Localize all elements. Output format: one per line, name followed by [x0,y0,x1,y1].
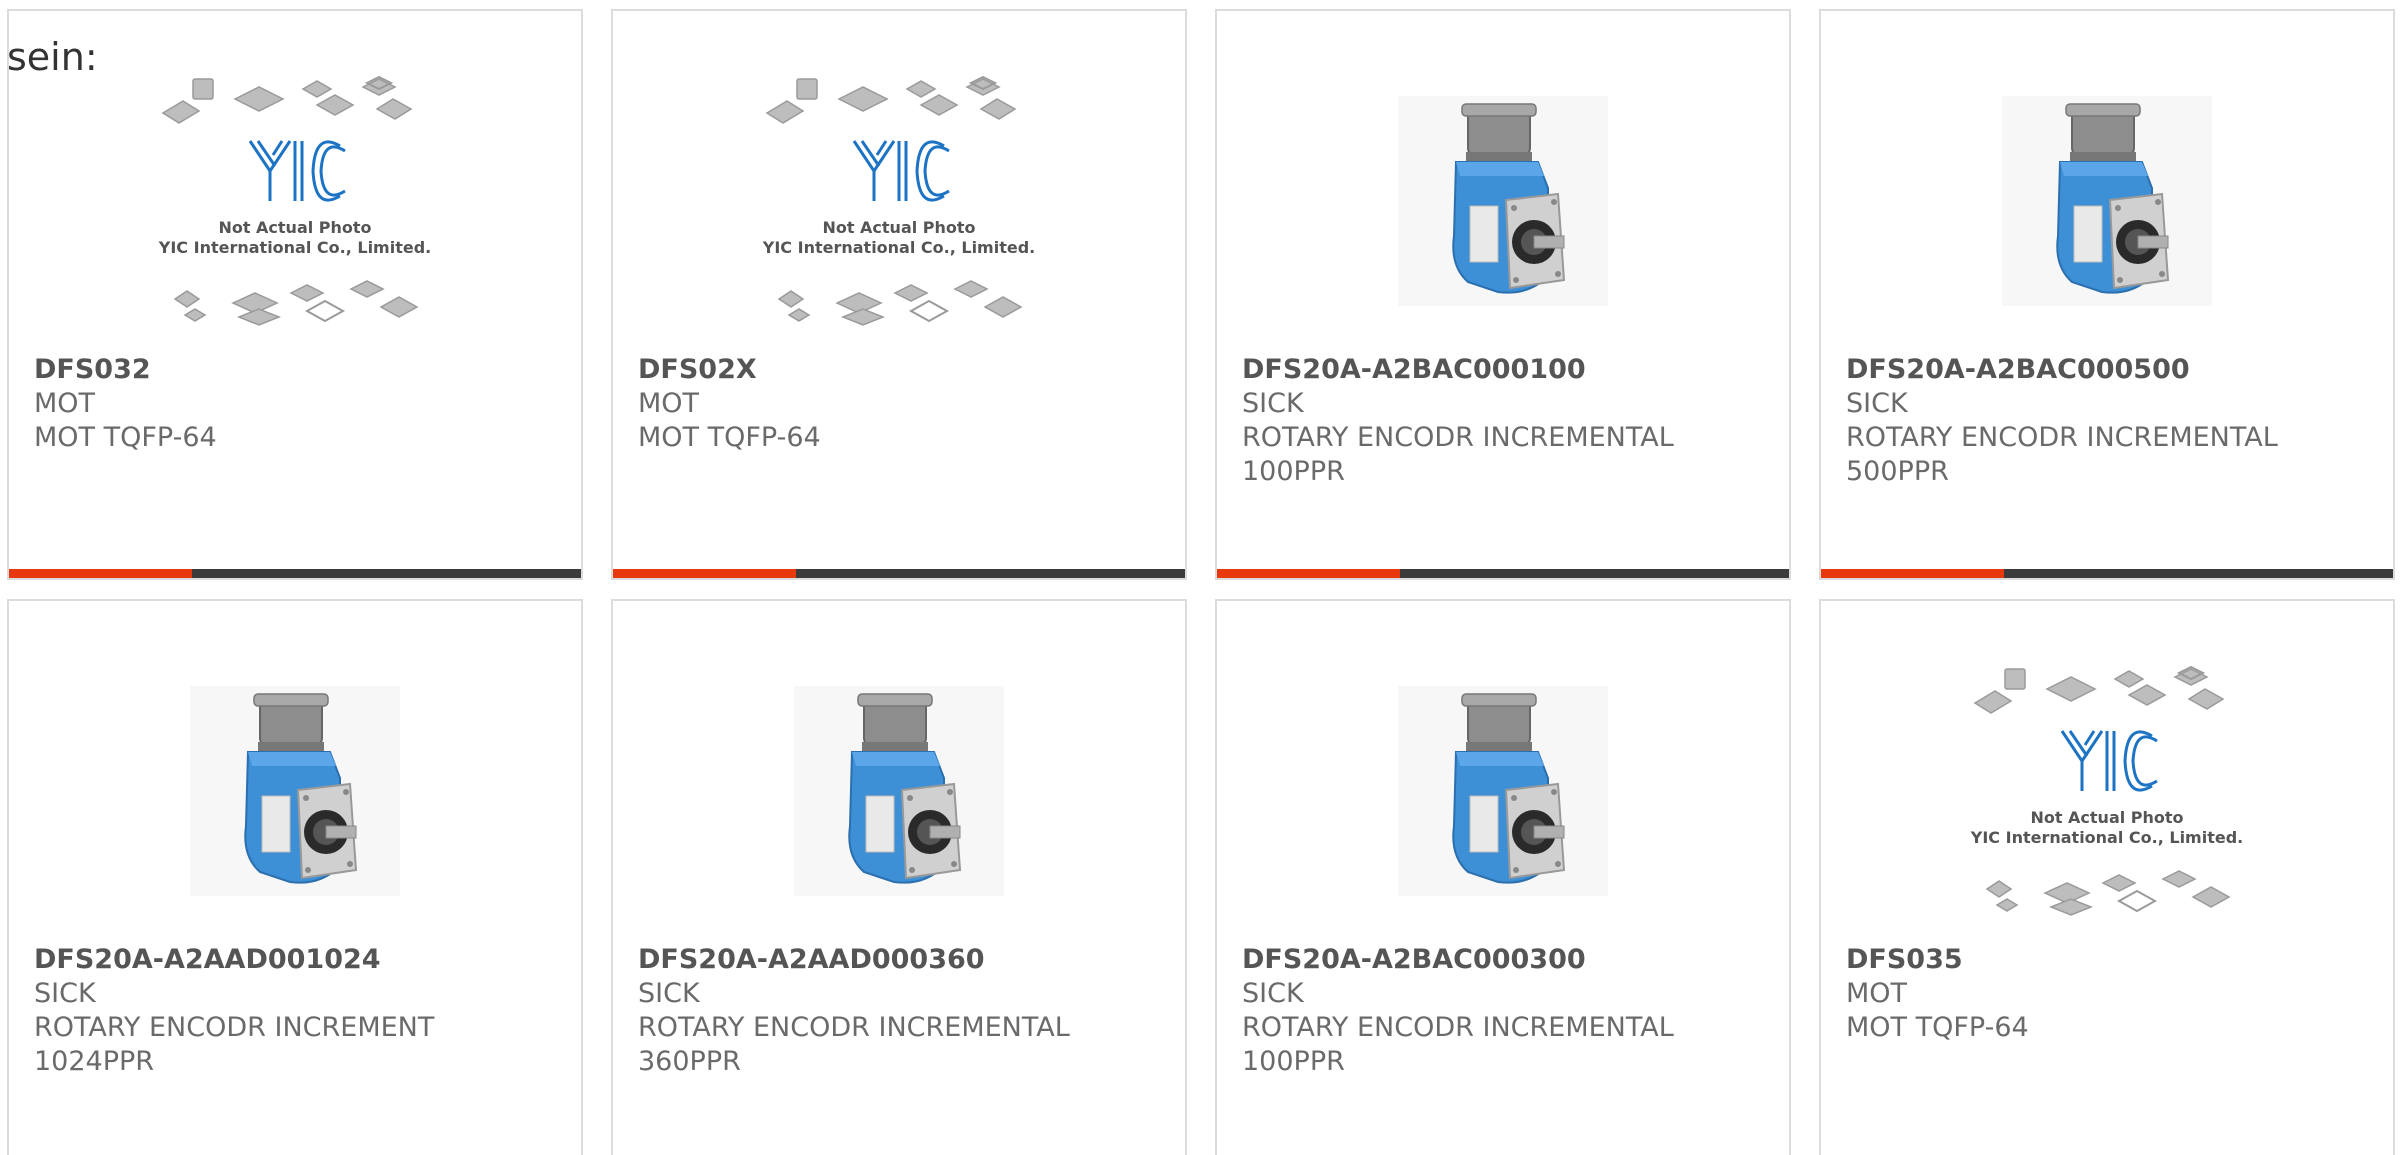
rotary-encoder-image [1398,686,1608,896]
product-text: DFS20A-A2BAC000100 SICK ROTARY ENCODR INCR… [1242,353,1769,489]
placeholder-caption-2: YIC International Co., Limited. [158,238,431,257]
product-card[interactable]: Not Actual Photo YIC International Co., … [1819,599,2395,1155]
product-text: DFS20A-A2AAD001024 SICK ROTARY ENCODR INCR… [34,943,561,1079]
placeholder-caption-1: Not Actual Photo [2030,808,2183,827]
part-number[interactable]: DFS20A-A2AAD001024 [34,943,561,977]
product-card[interactable]: Not Actual Photo YIC International Co., … [611,9,1187,580]
part-number[interactable]: DFS20A-A2BAC000500 [1846,353,2373,387]
manufacturer: SICK [34,978,96,1009]
part-number[interactable]: DFS20A-A2BAC000100 [1242,353,1769,387]
product-card[interactable]: Not Actual Photo YIC International Co., … [7,9,583,580]
manufacturer: MOT [638,388,700,419]
part-number[interactable]: DFS02X [638,353,1165,387]
product-image[interactable]: Not Actual Photo YIC International Co., … [613,51,1185,351]
accent-segment [9,569,193,578]
product-text: DFS035 MOT MOT TQFP-64 [1846,943,2373,1045]
product-text: DFS02X MOT MOT TQFP-64 [638,353,1165,455]
product-card[interactable]: DFS20A-A2AAD000360 SICK ROTARY ENCODR INCR… [611,599,1187,1155]
product-text: DFS032 MOT MOT TQFP-64 [34,353,561,455]
product-text: DFS20A-A2BAC000500 SICK ROTARY ENCODR INCR… [1846,353,2373,489]
product-image[interactable] [1217,641,1789,941]
product-grid-page: sein: Not Actual Photo YIC International… [0,0,2400,1155]
description: ROTARY ENCODR INCREMENT [34,1012,435,1043]
manufacturer: MOT [34,388,96,419]
card-accent-bar [1217,569,1789,578]
description-detail: 500PPR [1846,456,1949,487]
description-detail: 360PPR [638,1046,741,1077]
rotary-encoder-image [190,686,400,896]
product-text: DFS20A-A2AAD000360 SICK ROTARY ENCODR INCR… [638,943,1165,1079]
accent-segment [1821,569,2005,578]
part-number[interactable]: DFS035 [1846,943,2373,977]
product-card[interactable]: DFS20A-A2AAD001024 SICK ROTARY ENCODR INCR… [7,599,583,1155]
not-actual-photo-image: Not Actual Photo YIC International Co., … [158,75,431,326]
lead-text: sein: [7,35,98,79]
description: ROTARY ENCODR INCREMENTAL [1242,422,1674,453]
product-image[interactable] [9,641,581,941]
dark-segment [1400,569,1789,578]
placeholder-caption-1: Not Actual Photo [218,218,371,237]
product-image[interactable] [613,641,1185,941]
accent-segment [1217,569,1401,578]
description-detail: 100PPR [1242,456,1345,487]
product-text: DFS20A-A2BAC000300 SICK ROTARY ENCODR INCR… [1242,943,1769,1079]
product-image[interactable]: Not Actual Photo YIC International Co., … [1821,641,2393,941]
card-accent-bar [613,569,1185,578]
manufacturer: SICK [1242,388,1304,419]
manufacturer: SICK [1846,388,1908,419]
part-number[interactable]: DFS20A-A2AAD000360 [638,943,1165,977]
rotary-encoder-image [2002,96,2212,306]
rotary-encoder-image [794,686,1004,896]
dark-segment [2004,569,2393,578]
description: ROTARY ENCODR INCREMENTAL [638,1012,1070,1043]
part-number[interactable]: DFS032 [34,353,561,387]
description-detail: 1024PPR [34,1046,155,1077]
description: MOT TQFP-64 [638,422,821,453]
product-card[interactable]: DFS20A-A2BAC000100 SICK ROTARY ENCODR INCR… [1215,9,1791,580]
manufacturer: MOT [1846,978,1908,1009]
dark-segment [796,569,1185,578]
manufacturer: SICK [638,978,700,1009]
product-card[interactable]: DFS20A-A2BAC000300 SICK ROTARY ENCODR INCR… [1215,599,1791,1155]
description: ROTARY ENCODR INCREMENTAL [1242,1012,1674,1043]
description: MOT TQFP-64 [34,422,217,453]
placeholder-caption-2: YIC International Co., Limited. [762,238,1035,257]
product-image[interactable] [1821,51,2393,351]
description: MOT TQFP-64 [1846,1012,2029,1043]
card-accent-bar [9,569,581,578]
product-image[interactable] [1217,51,1789,351]
description: ROTARY ENCODR INCREMENTAL [1846,422,2278,453]
not-actual-photo-image: Not Actual Photo YIC International Co., … [762,75,1035,326]
product-card[interactable]: DFS20A-A2BAC000500 SICK ROTARY ENCODR INCR… [1819,9,2395,580]
manufacturer: SICK [1242,978,1304,1009]
dark-segment [192,569,581,578]
accent-segment [613,569,797,578]
rotary-encoder-image [1398,96,1608,306]
part-number[interactable]: DFS20A-A2BAC000300 [1242,943,1769,977]
product-image[interactable]: Not Actual Photo YIC International Co., … [9,51,581,351]
card-accent-bar [1821,569,2393,578]
description-detail: 100PPR [1242,1046,1345,1077]
placeholder-caption-2: YIC International Co., Limited. [1970,828,2243,847]
not-actual-photo-image: Not Actual Photo YIC International Co., … [1970,665,2243,916]
placeholder-caption-1: Not Actual Photo [822,218,975,237]
